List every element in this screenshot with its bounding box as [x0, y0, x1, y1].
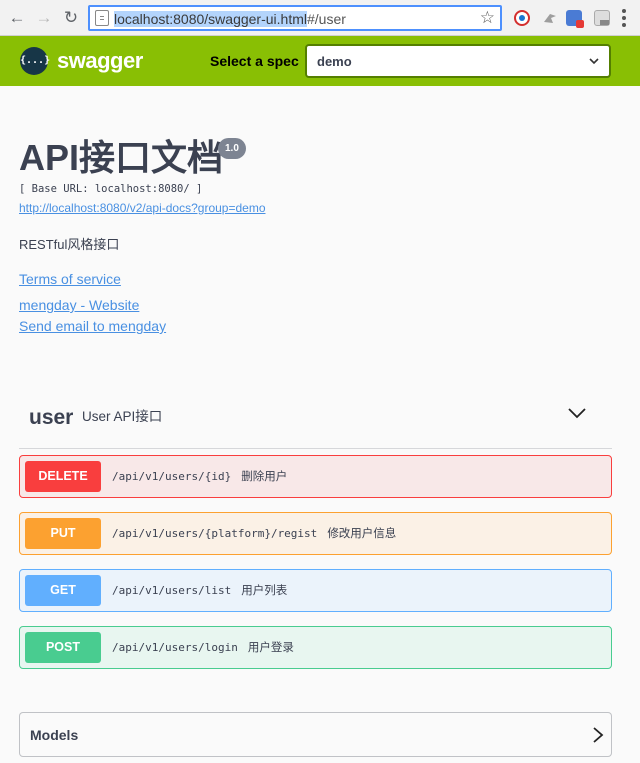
- operation-summary: 删除用户: [241, 469, 288, 483]
- tag-divider: [19, 448, 612, 449]
- operation-path-row: /api/v1/users/list 用户列表: [112, 583, 287, 598]
- page-info-icon[interactable]: [95, 10, 109, 26]
- api-docs-link[interactable]: http://localhost:8080/v2/api-docs?group=…: [19, 201, 266, 215]
- operation-put-user[interactable]: PUT /api/v1/users/{platform}/regist 修改用户信…: [19, 512, 612, 555]
- operation-delete-user[interactable]: DELETE /api/v1/users/{id} 删除用户: [19, 455, 612, 498]
- url-selected-text: localhost:8080/swagger-ui.html: [114, 11, 307, 27]
- operation-path: /api/v1/users/{id}: [112, 470, 232, 483]
- operation-post-login[interactable]: POST /api/v1/users/login 用户登录: [19, 626, 612, 669]
- operation-path-row: /api/v1/users/{id} 删除用户: [112, 469, 287, 484]
- models-title: Models: [30, 727, 79, 743]
- operation-path: /api/v1/users/{platform}/regist: [112, 527, 318, 540]
- operation-summary: 修改用户信息: [327, 526, 397, 540]
- extension-doc-icon[interactable]: [594, 10, 610, 26]
- website-link[interactable]: mengday - Website: [19, 297, 139, 314]
- method-badge: GET: [25, 575, 101, 606]
- brand-name[interactable]: swagger: [57, 48, 143, 74]
- logo-glyph: {...}: [20, 55, 51, 66]
- method-badge: DELETE: [25, 461, 101, 492]
- tag-name[interactable]: user: [29, 405, 73, 431]
- address-bar[interactable]: localhost:8080/swagger-ui.html#/user ☆: [88, 5, 502, 31]
- api-description: RESTful风格接口: [19, 237, 120, 252]
- swagger-topbar: {...} swagger Select a spec demo: [0, 36, 640, 86]
- terms-of-service-link[interactable]: Terms of service: [19, 271, 121, 288]
- url-fragment-text: #/user: [307, 11, 346, 27]
- operation-summary: 用户登录: [247, 640, 294, 654]
- spec-select[interactable]: demo: [305, 44, 611, 78]
- extension-bird-icon[interactable]: [542, 10, 558, 26]
- translate-extension-icon[interactable]: [566, 10, 584, 28]
- version-badge: 1.0: [218, 138, 246, 159]
- menu-icon[interactable]: [622, 9, 626, 27]
- spec-select-label: Select a spec: [210, 53, 299, 69]
- tag-description: User API接口: [82, 409, 163, 424]
- operation-path-row: /api/v1/users/login 用户登录: [112, 640, 294, 655]
- operation-summary: 用户列表: [241, 583, 288, 597]
- bookmark-star-icon[interactable]: ☆: [480, 9, 495, 27]
- models-section[interactable]: Models: [19, 712, 612, 757]
- method-badge: POST: [25, 632, 101, 663]
- base-url: [ Base URL: localhost:8080/ ]: [19, 183, 203, 195]
- page-title: API接口文档: [19, 137, 224, 178]
- operation-path: /api/v1/users/login: [112, 641, 238, 654]
- operation-get-users[interactable]: GET /api/v1/users/list 用户列表: [19, 569, 612, 612]
- reload-icon[interactable]: ↻: [60, 7, 82, 29]
- operation-path: /api/v1/users/list: [112, 584, 232, 597]
- extension-icon[interactable]: [514, 10, 530, 26]
- swagger-logo-icon[interactable]: {...}: [20, 47, 51, 75]
- forward-arrow-icon[interactable]: →: [33, 7, 55, 29]
- contact-email-link[interactable]: Send email to mengday: [19, 318, 166, 335]
- chevron-right-icon: [593, 727, 604, 743]
- chevron-down-icon[interactable]: [568, 406, 586, 420]
- back-arrow-icon[interactable]: ←: [6, 7, 28, 29]
- method-badge: PUT: [25, 518, 101, 549]
- browser-toolbar: ← → ↻ localhost:8080/swagger-ui.html#/us…: [0, 0, 640, 36]
- spec-select-value: demo: [317, 54, 352, 69]
- operation-path-row: /api/v1/users/{platform}/regist 修改用户信息: [112, 526, 396, 541]
- chevron-down-icon: [589, 58, 599, 65]
- address-text[interactable]: localhost:8080/swagger-ui.html#/user: [114, 11, 346, 27]
